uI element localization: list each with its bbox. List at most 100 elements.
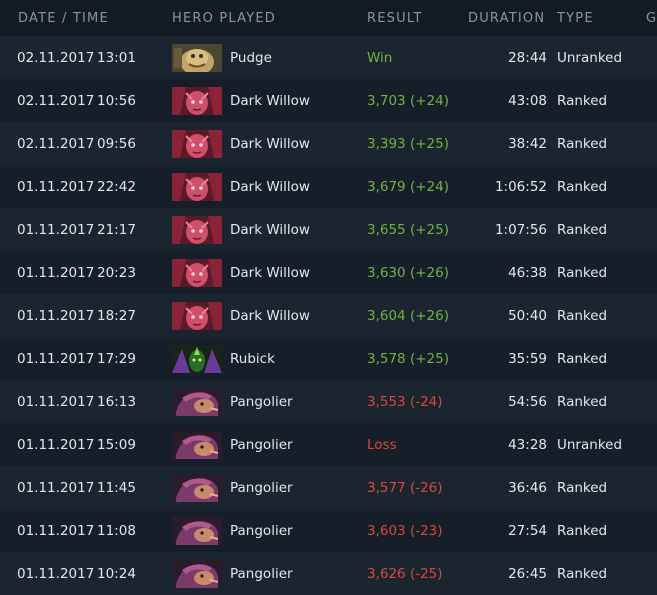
- match-history-table: 02.11.2017 13:01 Pudge Win 28:44 Unranke…: [0, 36, 657, 595]
- dark-willow-portrait-icon: [172, 216, 222, 244]
- match-time: 13:01: [97, 50, 136, 66]
- dark-willow-portrait-icon: [172, 302, 222, 330]
- match-result: 3,703 (+24): [367, 93, 449, 109]
- match-type: Ranked: [557, 136, 608, 152]
- match-time: 11:45: [97, 480, 136, 496]
- match-duration: 28:44: [508, 50, 547, 66]
- match-result: 3,577 (-26): [367, 480, 443, 496]
- match-duration: 26:45: [508, 566, 547, 582]
- hero-name: Pudge: [230, 50, 272, 66]
- match-time: 10:56: [97, 93, 136, 109]
- match-time: 21:17: [97, 222, 136, 238]
- match-row[interactable]: 01.11.2017 15:09 Pangolier Loss 43:28 Un…: [0, 423, 657, 466]
- match-result: 3,603 (-23): [367, 523, 443, 539]
- dark-willow-portrait-icon: [172, 173, 222, 201]
- match-row[interactable]: 01.11.2017 21:17 Dark Willow 3,655 (+25)…: [0, 208, 657, 251]
- match-time: 18:27: [97, 308, 136, 324]
- match-type: Ranked: [557, 480, 608, 496]
- dark-willow-portrait-icon: [172, 87, 222, 115]
- hero-name: Dark Willow: [230, 222, 310, 238]
- match-result: 3,393 (+25): [367, 136, 449, 152]
- rubick-portrait-icon: [172, 345, 222, 373]
- match-duration: 50:40: [508, 308, 547, 324]
- hero-name: Dark Willow: [230, 308, 310, 324]
- match-duration: 1:06:52: [494, 179, 547, 195]
- match-row[interactable]: 01.11.2017 18:27 Dark Willow 3,604 (+26)…: [0, 294, 657, 337]
- match-type: Ranked: [557, 93, 608, 109]
- match-type: Ranked: [557, 523, 608, 539]
- hero-name: Rubick: [230, 351, 275, 367]
- match-type: Ranked: [557, 308, 608, 324]
- match-time: 22:42: [97, 179, 136, 195]
- match-date: 01.11.2017: [17, 394, 95, 410]
- match-result: 3,604 (+26): [367, 308, 449, 324]
- match-row[interactable]: 02.11.2017 13:01 Pudge Win 28:44 Unranke…: [0, 36, 657, 79]
- match-duration: 35:59: [508, 351, 547, 367]
- match-time: 09:56: [97, 136, 136, 152]
- match-date: 01.11.2017: [17, 566, 95, 582]
- match-row[interactable]: 01.11.2017 11:45 Pangolier 3,577 (-26) 3…: [0, 466, 657, 509]
- hero-name: Dark Willow: [230, 136, 310, 152]
- hero-name: Pangolier: [230, 480, 293, 496]
- pangolier-portrait-icon: [172, 560, 222, 588]
- column-header-hero-played[interactable]: HERO PLAYED: [172, 11, 276, 26]
- match-result: 3,626 (-25): [367, 566, 443, 582]
- pangolier-portrait-icon: [172, 431, 222, 459]
- match-date: 01.11.2017: [17, 308, 95, 324]
- match-duration: 27:54: [508, 523, 547, 539]
- match-time: 10:24: [97, 566, 136, 582]
- match-date: 01.11.2017: [17, 265, 95, 281]
- match-date: 01.11.2017: [17, 222, 95, 238]
- pudge-portrait-icon: [172, 44, 222, 72]
- match-duration: 46:38: [508, 265, 547, 281]
- match-duration: 43:08: [508, 93, 547, 109]
- match-duration: 36:46: [508, 480, 547, 496]
- match-result: Win: [367, 50, 393, 66]
- pangolier-portrait-icon: [172, 388, 222, 416]
- hero-name: Dark Willow: [230, 93, 310, 109]
- match-duration: 43:28: [508, 437, 547, 453]
- match-row[interactable]: 01.11.2017 16:13 Pangolier 3,553 (-24) 5…: [0, 380, 657, 423]
- match-time: 20:23: [97, 265, 136, 281]
- match-row[interactable]: 01.11.2017 10:24 Pangolier 3,626 (-25) 2…: [0, 552, 657, 595]
- match-result: 3,630 (+26): [367, 265, 449, 281]
- hero-name: Pangolier: [230, 394, 293, 410]
- match-result: Loss: [367, 437, 397, 453]
- match-date: 02.11.2017: [17, 136, 95, 152]
- column-header-duration[interactable]: DURATION: [468, 11, 545, 26]
- hero-name: Dark Willow: [230, 179, 310, 195]
- column-header-truncated[interactable]: G: [646, 11, 657, 26]
- match-date: 01.11.2017: [17, 523, 95, 539]
- match-duration: 54:56: [508, 394, 547, 410]
- match-date: 02.11.2017: [17, 50, 95, 66]
- match-date: 02.11.2017: [17, 93, 95, 109]
- match-time: 17:29: [97, 351, 136, 367]
- hero-name: Dark Willow: [230, 265, 310, 281]
- match-type: Ranked: [557, 394, 608, 410]
- match-type: Unranked: [557, 437, 623, 453]
- pangolier-portrait-icon: [172, 517, 222, 545]
- match-result: 3,679 (+24): [367, 179, 449, 195]
- dark-willow-portrait-icon: [172, 130, 222, 158]
- hero-name: Pangolier: [230, 523, 293, 539]
- hero-name: Pangolier: [230, 437, 293, 453]
- match-time: 16:13: [97, 394, 136, 410]
- match-row[interactable]: 01.11.2017 11:08 Pangolier 3,603 (-23) 2…: [0, 509, 657, 552]
- match-type: Ranked: [557, 566, 608, 582]
- column-header-date-time[interactable]: DATE / TIME: [18, 11, 109, 26]
- match-time: 11:08: [97, 523, 136, 539]
- match-date: 01.11.2017: [17, 351, 95, 367]
- match-date: 01.11.2017: [17, 179, 95, 195]
- dark-willow-portrait-icon: [172, 259, 222, 287]
- table-header: DATE / TIME HERO PLAYED RESULT DURATION …: [0, 0, 657, 36]
- pangolier-portrait-icon: [172, 474, 222, 502]
- match-row[interactable]: 01.11.2017 20:23 Dark Willow 3,630 (+26)…: [0, 251, 657, 294]
- match-date: 01.11.2017: [17, 480, 95, 496]
- match-row[interactable]: 02.11.2017 09:56 Dark Willow 3,393 (+25)…: [0, 122, 657, 165]
- column-header-result[interactable]: RESULT: [367, 11, 423, 26]
- match-row[interactable]: 02.11.2017 10:56 Dark Willow 3,703 (+24)…: [0, 79, 657, 122]
- match-type: Ranked: [557, 179, 608, 195]
- match-row[interactable]: 01.11.2017 17:29 Rubick 3,578 (+25) 35:5…: [0, 337, 657, 380]
- match-row[interactable]: 01.11.2017 22:42 Dark Willow 3,679 (+24)…: [0, 165, 657, 208]
- column-header-type[interactable]: TYPE: [557, 11, 594, 26]
